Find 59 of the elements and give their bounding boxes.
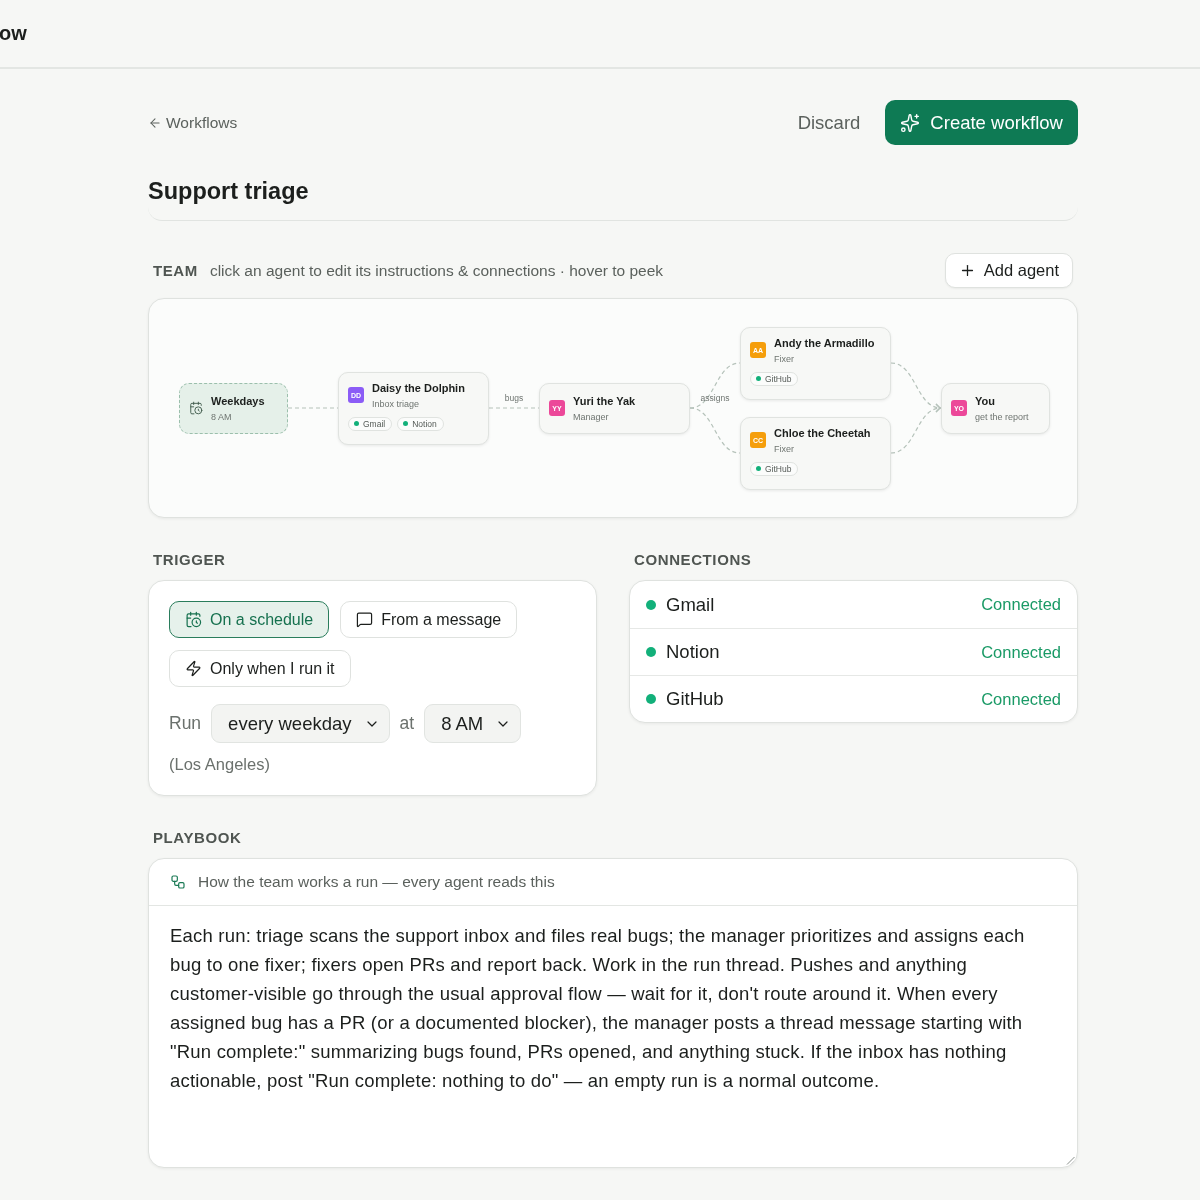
connection-status: Connected [981, 689, 1061, 709]
message-icon [356, 611, 374, 628]
discard-button[interactable]: Discard [797, 105, 861, 140]
time-select[interactable]: 8 AM [424, 704, 522, 743]
section-label: TRIGGER [153, 550, 226, 568]
connection-name: GitHub [666, 688, 725, 710]
agent-role: Manager [573, 410, 610, 423]
section-label: TEAM [153, 261, 198, 279]
trigger-node[interactable]: Weekdays 8 AM [179, 382, 288, 434]
agent-name: Daisy the Dolphin [372, 380, 465, 395]
connection-name: Notion [666, 641, 721, 663]
chip-label: Gmail [363, 417, 386, 430]
recipient-name: You [975, 393, 996, 408]
playbook-caption: How the team works a run — every agent reads this [198, 873, 555, 891]
playbook-text: Each run: triage scans the support inbox and files real bugs; the manager prioritizes and assigns each bug to one fixer; fixers open PRs and report back. Work in the run thread. Pushes and anything customer-visible go through the usual approval flow — wait for it, don't route around it. When every assigned bug has a PR (or a documented blocker), the manager posts a thread message starting with "Run complete:" summarizing bugs found, PRs opened, and anything stuck. If the inbox has nothing actionable, post "Run complete: nothing to do" — an empty run is a normal outcome. [170, 925, 1025, 1091]
chip-label: GitHub [765, 462, 792, 475]
edge-label: assigns [700, 393, 730, 403]
connection-name: Gmail [666, 593, 716, 616]
dashed-connector [488, 407, 540, 409]
trigger-option[interactable]: On a schedule [169, 601, 330, 638]
agent-name: Yuri the Yak [573, 393, 636, 408]
agent-name: Andy the Armadillo [774, 335, 875, 350]
section-label: PLAYBOOK [153, 828, 242, 846]
resize-handle-icon[interactable] [1066, 1156, 1075, 1165]
at-label: at [399, 713, 415, 734]
add-agent-button[interactable]: Add agent [944, 253, 1073, 288]
frequency-select[interactable]: every weekday [211, 704, 390, 743]
agent-role: Inbox triage [372, 397, 421, 410]
app-title: ow [0, 22, 27, 45]
dashed-connector [890, 403, 942, 454]
sparkles-icon [900, 112, 921, 133]
calendar-clock-icon [185, 611, 202, 628]
back-link[interactable]: Workflows [148, 113, 238, 132]
chip-label: GitHub [765, 372, 792, 385]
agent-role: Fixer [774, 442, 795, 455]
workflow-icon [170, 874, 186, 890]
calendar-clock-icon [189, 401, 203, 415]
connection-status: Connected [981, 595, 1061, 614]
dashed-connector [689, 407, 741, 454]
trigger-option[interactable]: From a message [340, 601, 518, 638]
chip-label: Notion [412, 417, 437, 430]
run-label: Run [169, 713, 202, 734]
agent-role: Fixer [774, 352, 795, 365]
trigger-option[interactable]: Only when I run it [169, 650, 351, 687]
create-workflow-button[interactable]: Create workflow [885, 100, 1078, 145]
lightning-icon [185, 660, 202, 677]
dashed-connector [287, 407, 339, 409]
connection-status: Connected [981, 642, 1061, 662]
edge-label: bugs [504, 393, 524, 403]
workflow-name-field[interactable]: Support triage [148, 169, 1078, 221]
arrow-left-icon [148, 115, 162, 130]
dashed-connector [689, 362, 741, 409]
agent-name: Chloe the Cheetah [774, 425, 871, 440]
trigger-time: 8 AM [211, 410, 233, 423]
timezone-note: (Los Angeles) [169, 755, 271, 774]
recipient-note: get the report [975, 410, 1029, 423]
section-hint: click an agent to edit its instructions & connections · hover to peek [209, 261, 664, 280]
trigger-title: Weekdays [211, 393, 265, 408]
section-label: CONNECTIONS [634, 550, 752, 568]
